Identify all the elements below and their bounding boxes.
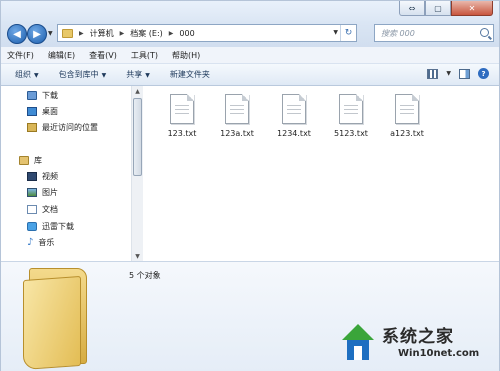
refresh-icon[interactable]: ↻	[340, 25, 356, 41]
scroll-down-icon[interactable]: ▼	[132, 251, 143, 261]
download-icon	[27, 91, 37, 100]
nav-item-label: 下载	[42, 91, 58, 100]
nav-item-label: 桌面	[42, 107, 58, 116]
menu-bar: 文件(F) 编辑(E) 查看(V) 工具(T) 帮助(H)	[1, 47, 499, 64]
video-icon	[27, 172, 37, 181]
search-placeholder: 搜索 000	[381, 28, 415, 38]
chevron-right-icon[interactable]: ▶	[120, 30, 125, 37]
thunder-download-icon	[27, 222, 37, 231]
view-controls: ▼ ?	[427, 68, 489, 79]
nav-item-music[interactable]: ♪ 音乐	[27, 236, 54, 249]
nav-item-desktop[interactable]: 桌面	[27, 105, 58, 118]
maximize-button[interactable]: ▢	[425, 1, 451, 16]
nav-item-label: 视频	[42, 172, 58, 181]
organize-label: 组织	[15, 70, 31, 79]
nav-item-pictures[interactable]: 图片	[27, 186, 58, 199]
text-file-icon	[339, 94, 363, 124]
file-item[interactable]: 123a.txt	[209, 94, 265, 138]
file-name: 5123.txt	[334, 129, 368, 138]
chevron-down-icon: ▼	[34, 72, 39, 79]
change-view-icon[interactable]	[427, 68, 439, 79]
nav-item-recent-places[interactable]: 最近访问的位置	[27, 121, 98, 134]
back-button[interactable]: ◀	[7, 24, 27, 44]
navigation-scrollbar[interactable]: ▲ ▼	[131, 86, 143, 261]
nav-item-label: 最近访问的位置	[42, 123, 98, 132]
command-bar: 组织 ▼ 包含到库中 ▼ 共享 ▼ 新建文件夹 ▼ ?	[1, 64, 499, 86]
title-bar: ⇔ ▢ ✕	[1, 1, 499, 23]
file-item[interactable]: 5123.txt	[323, 94, 379, 138]
file-item[interactable]: 123.txt	[154, 94, 210, 138]
menu-tools[interactable]: 工具(T)	[131, 50, 158, 61]
text-file-icon	[395, 94, 419, 124]
scroll-up-icon[interactable]: ▲	[132, 86, 143, 96]
text-file-icon	[282, 94, 306, 124]
breadcrumb-drive[interactable]: 档案 (E:)	[130, 28, 163, 39]
nav-item-documents[interactable]: 文档	[27, 203, 58, 216]
item-count: 5 个对象	[129, 271, 161, 280]
include-in-library-label: 包含到库中	[58, 70, 99, 79]
breadcrumb-folder[interactable]: 000	[179, 29, 194, 38]
file-name: a123.txt	[390, 129, 424, 138]
desktop-icon	[27, 107, 37, 116]
forward-button[interactable]: ▶	[27, 24, 47, 44]
nav-item-label: 图片	[42, 188, 58, 197]
chevron-down-icon: ▼	[145, 72, 150, 79]
share-label: 共享	[126, 70, 143, 79]
watermark-title: 系统之家	[382, 327, 454, 347]
text-file-icon	[170, 94, 194, 124]
explorer-window: ⇔ ▢ ✕ ◀ ▶ ▼ ▶ 计算机 ▶ 档案 (E:) ▶ 000 ▼ ↻ 搜索…	[0, 0, 500, 371]
nav-item-libraries[interactable]: 库	[19, 154, 42, 167]
minimize-button[interactable]: ⇔	[399, 1, 425, 16]
organize-button[interactable]: 组织 ▼	[15, 69, 39, 80]
help-icon[interactable]: ?	[478, 68, 489, 79]
address-bar[interactable]: ▶ 计算机 ▶ 档案 (E:) ▶ 000 ▼ ↻	[57, 24, 357, 42]
menu-edit[interactable]: 编辑(E)	[48, 50, 75, 61]
nav-item-downloads[interactable]: 下载	[27, 89, 58, 102]
watermark-site: Win10net.com	[398, 348, 480, 359]
folder-icon	[23, 268, 97, 371]
house-logo-icon	[342, 324, 374, 360]
new-folder-button[interactable]: 新建文件夹	[170, 69, 210, 80]
file-item[interactable]: a123.txt	[379, 94, 435, 138]
file-list: 123.txt 123a.txt 1234.txt 5123.txt a123.…	[146, 86, 500, 261]
file-item[interactable]: 1234.txt	[266, 94, 322, 138]
address-row: ◀ ▶ ▼ ▶ 计算机 ▶ 档案 (E:) ▶ 000 ▼ ↻ 搜索 000	[1, 21, 499, 47]
breadcrumb-computer[interactable]: 计算机	[90, 28, 114, 39]
close-button[interactable]: ✕	[451, 1, 493, 16]
search-icon[interactable]	[480, 28, 489, 37]
recent-pages-dropdown[interactable]: ▼	[48, 30, 53, 37]
nav-item-label: 迅雷下载	[42, 222, 74, 231]
chevron-down-icon[interactable]: ▼	[446, 70, 451, 77]
text-file-icon	[225, 94, 249, 124]
file-name: 123.txt	[167, 129, 197, 138]
search-input[interactable]: 搜索 000	[374, 24, 494, 42]
site-watermark: 系统之家 Win10net.com	[340, 318, 500, 368]
scroll-thumb[interactable]	[133, 98, 142, 176]
picture-icon	[27, 188, 37, 197]
preview-pane-icon[interactable]	[459, 68, 470, 79]
music-icon: ♪	[27, 237, 34, 248]
folder-icon	[62, 28, 73, 38]
menu-help[interactable]: 帮助(H)	[172, 50, 200, 61]
file-name: 123a.txt	[220, 129, 254, 138]
nav-item-label: 库	[34, 156, 42, 165]
include-in-library-button[interactable]: 包含到库中 ▼	[59, 69, 107, 80]
menu-view[interactable]: 查看(V)	[89, 50, 117, 61]
chevron-down-icon: ▼	[101, 72, 107, 79]
nav-item-thunder-downloads[interactable]: 迅雷下载	[27, 220, 74, 233]
recent-places-icon	[27, 123, 37, 132]
document-icon	[27, 205, 37, 214]
menu-file[interactable]: 文件(F)	[7, 50, 34, 61]
library-icon	[19, 156, 29, 165]
nav-item-label: 文档	[42, 205, 58, 214]
caption-buttons: ⇔ ▢ ✕	[399, 1, 493, 16]
chevron-right-icon[interactable]: ▶	[79, 30, 84, 37]
nav-item-videos[interactable]: 视频	[27, 170, 58, 183]
file-name: 1234.txt	[277, 129, 311, 138]
chevron-right-icon[interactable]: ▶	[169, 30, 174, 37]
share-button[interactable]: 共享 ▼	[126, 69, 150, 80]
chevron-down-icon[interactable]: ▼	[333, 29, 338, 36]
nav-item-label: 音乐	[38, 238, 55, 247]
navigation-pane: 下载 桌面 最近访问的位置 库 视频 图片 文档 迅雷下载 ♪ 音乐	[1, 86, 141, 261]
